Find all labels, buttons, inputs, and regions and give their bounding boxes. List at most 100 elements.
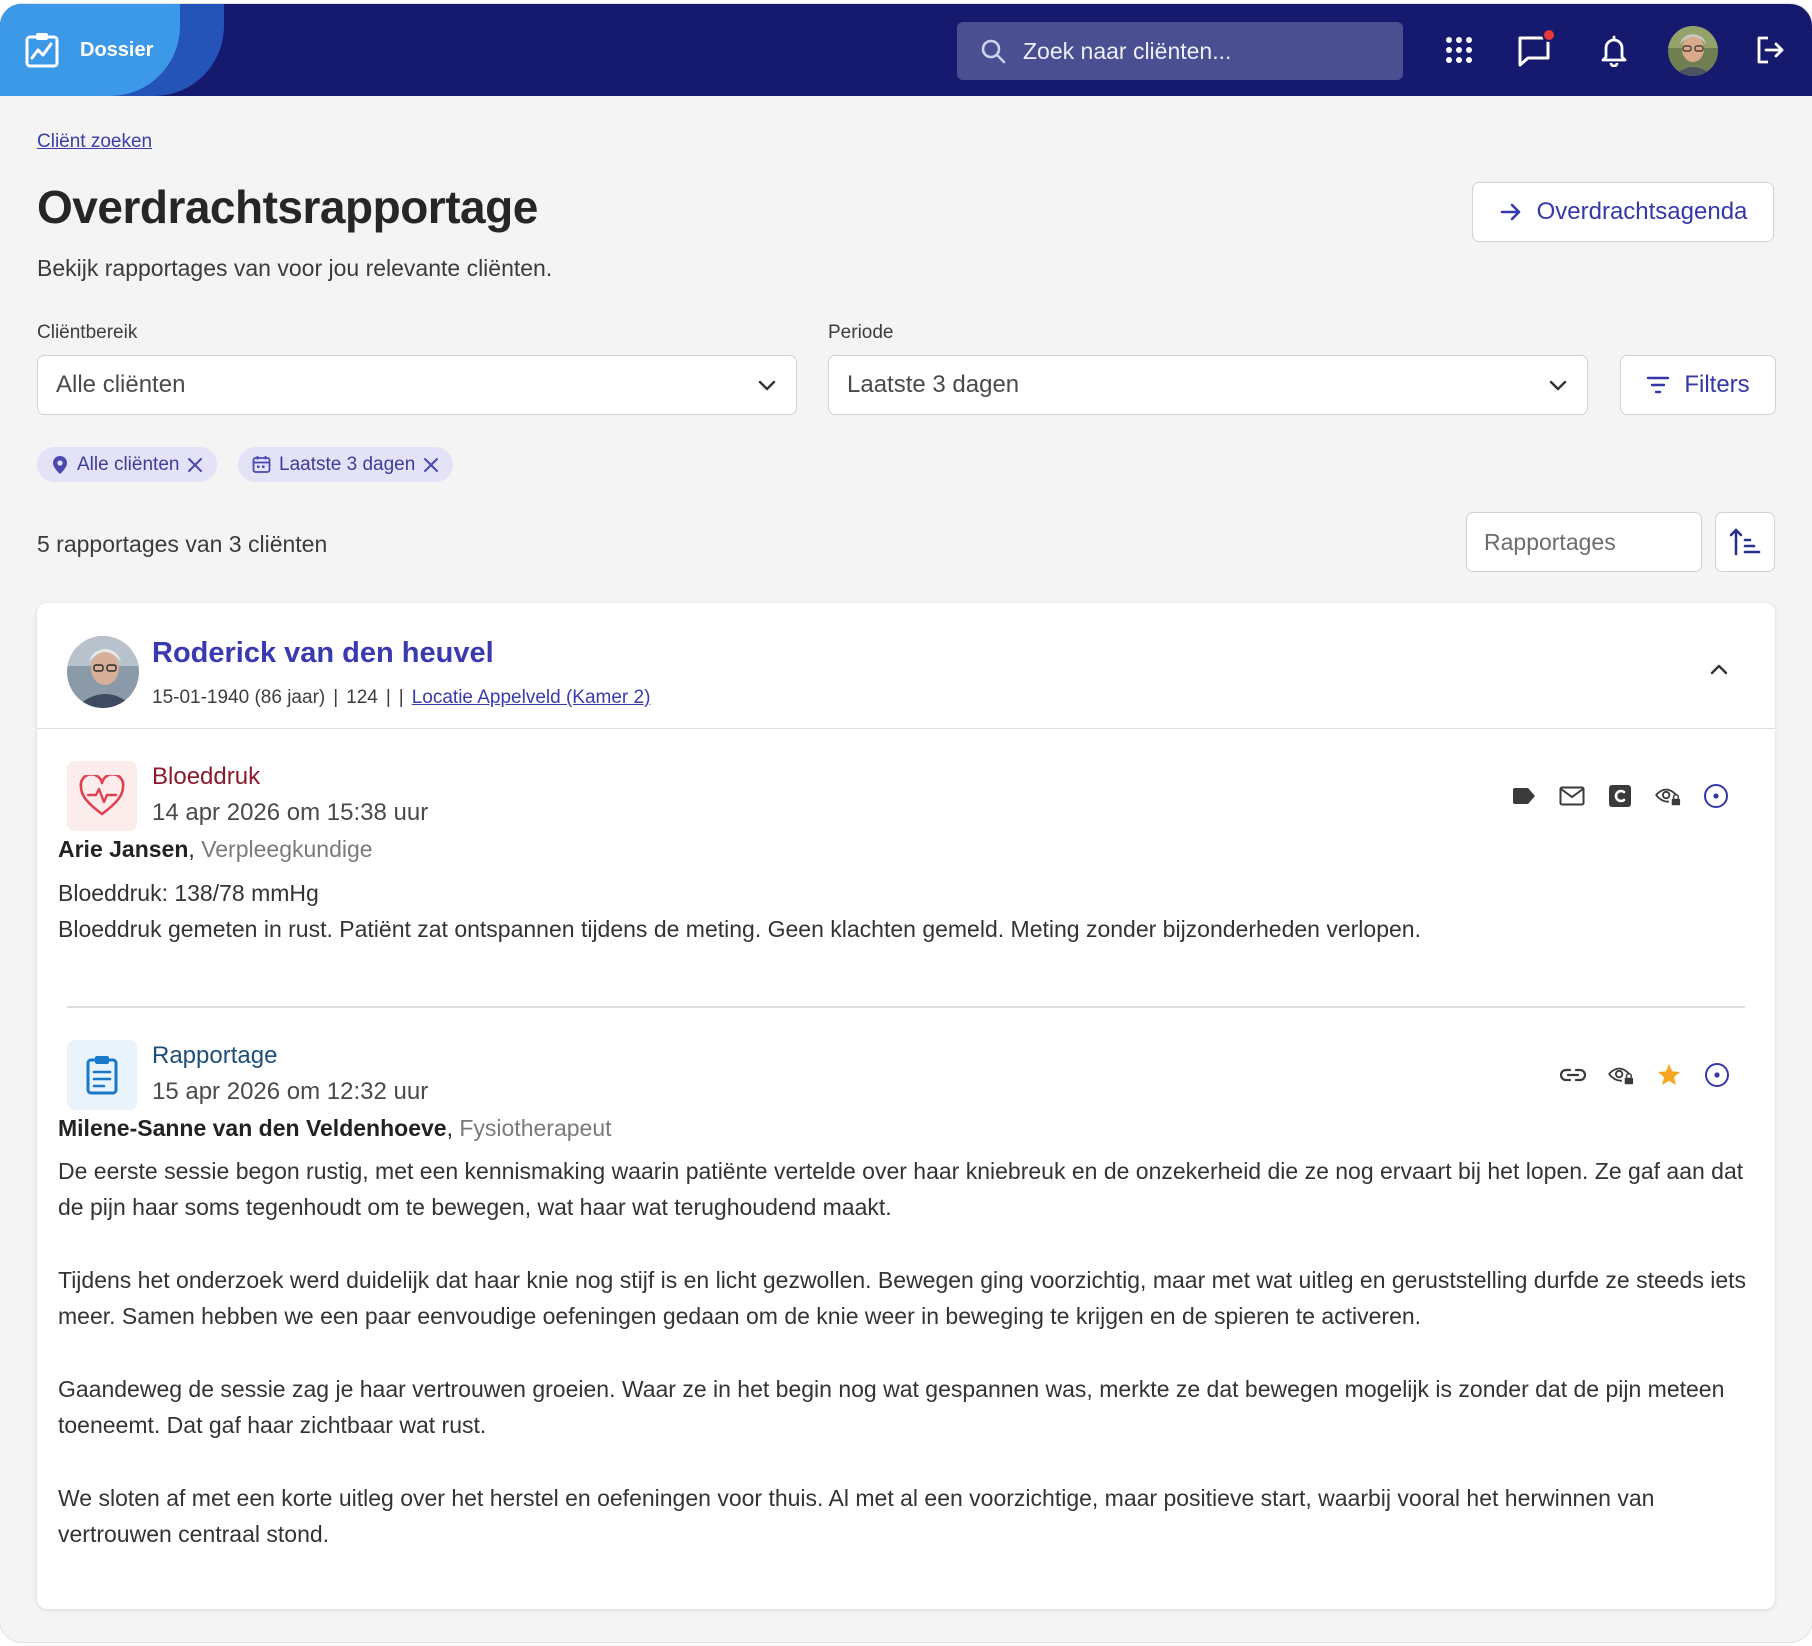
- overdrachtsagenda-label: Overdrachtsagenda: [1536, 198, 1748, 225]
- top-bar: Dossier Zoek naar cliënten...: [0, 4, 1812, 96]
- report-date: 14 apr 2026 om 15:38 uur: [152, 799, 429, 826]
- report-value: Bloeddruk: 138/78 mmHg: [58, 880, 319, 906]
- apps-grid-button[interactable]: [1437, 28, 1481, 72]
- more-options-button[interactable]: [1703, 783, 1729, 809]
- search-placeholder: Zoek naar cliënten...: [1023, 37, 1232, 64]
- author-name: Arie Jansen: [58, 836, 189, 862]
- close-icon[interactable]: [187, 457, 203, 473]
- author-role: Verpleegkundige: [201, 836, 373, 862]
- client-card: Roderick van den heuvel 15-01-1940 (86 j…: [37, 603, 1775, 1609]
- sort-value: Rapportages: [1484, 528, 1616, 555]
- meta-separator: |: [385, 687, 391, 708]
- report-author: Arie Jansen, Verpleegkundige: [58, 836, 373, 862]
- mail-button[interactable]: [1559, 783, 1585, 809]
- report-author: Milene-Sanne van den Veldenhoeve, Fysiot…: [58, 1115, 612, 1141]
- star-icon: [1658, 1064, 1680, 1085]
- report-actions: [1560, 1062, 1730, 1088]
- bell-icon: [1601, 35, 1627, 67]
- author-name: Milene-Sanne van den Veldenhoeve: [58, 1115, 447, 1141]
- period-select[interactable]: Laatste 3 dagen: [828, 355, 1588, 415]
- sort-ascending-icon: [1729, 528, 1761, 556]
- results-count: 5 rapportages van 3 cliënten: [37, 531, 328, 557]
- visibility-button[interactable]: [1655, 783, 1681, 809]
- period-value: Laatste 3 dagen: [847, 371, 1020, 398]
- overdrachtsagenda-button[interactable]: Overdrachtsagenda: [1472, 182, 1774, 242]
- clientrange-value: Alle cliënten: [56, 371, 186, 398]
- location-pin-icon: [53, 455, 67, 474]
- report-paragraph: We sloten af met een korte uitleg over h…: [58, 1485, 1655, 1547]
- logout-icon: [1757, 36, 1784, 64]
- breadcrumb-client-search[interactable]: Cliënt zoeken: [37, 131, 152, 153]
- visibility-lock-icon: [1608, 1067, 1634, 1085]
- mail-icon: [1559, 786, 1585, 806]
- report-paragraph: Tijdens het onderzoek werd duidelijk dat…: [58, 1267, 1747, 1329]
- report-type-badge: [67, 1040, 137, 1110]
- close-icon[interactable]: [423, 457, 439, 473]
- client-name-link[interactable]: Roderick van den heuvel: [152, 637, 494, 670]
- chip-label: Alle cliënten: [77, 453, 180, 475]
- client-search-input[interactable]: Zoek naar cliënten...: [957, 22, 1403, 80]
- report-type-badge: [67, 761, 137, 831]
- report-paragraph: De eerste sessie begon rustig, met een k…: [58, 1158, 1744, 1220]
- heart-pulse-icon: [79, 775, 125, 816]
- client-meta: 15-01-1940 (86 jaar) | 124 | | Locatie A…: [152, 687, 650, 709]
- meta-separator: |: [398, 687, 404, 708]
- logout-button[interactable]: [1748, 28, 1792, 72]
- client-avatar: [67, 636, 139, 708]
- chevron-up-icon: [1710, 664, 1728, 675]
- tag-button[interactable]: [1511, 783, 1537, 809]
- report-actions: [1511, 783, 1729, 809]
- page-subtitle: Bekijk rapportages van voor jou relevant…: [37, 255, 553, 281]
- link-button[interactable]: [1560, 1062, 1586, 1088]
- notifications-button[interactable]: [1592, 28, 1636, 72]
- calendar-icon: [252, 456, 271, 473]
- report-divider: [67, 1006, 1745, 1008]
- report-type: Bloeddruk: [152, 763, 261, 790]
- page-title: Overdrachtsrapportage: [37, 181, 538, 233]
- client-number: 124: [346, 687, 378, 708]
- author-role: Fysiotherapeut: [459, 1115, 612, 1141]
- app-window: Dossier Zoek naar cliënten... Cliënt zoe…: [0, 4, 1812, 1642]
- user-avatar[interactable]: [1668, 26, 1718, 76]
- chevron-down-icon: [758, 380, 776, 391]
- visibility-lock-icon: [1655, 788, 1681, 806]
- report-paragraph: Gaandeweg de sessie zag je haar vertrouw…: [58, 1376, 1725, 1438]
- visibility-button[interactable]: [1608, 1062, 1634, 1088]
- clientrange-select[interactable]: Alle cliënten: [37, 355, 797, 415]
- client-dob: 15-01-1940 (86 jaar): [152, 687, 326, 708]
- favorite-button[interactable]: [1656, 1062, 1682, 1088]
- user-avatar-image: [1668, 26, 1718, 76]
- brand-name: Dossier: [80, 38, 154, 61]
- sort-select[interactable]: Rapportages: [1466, 512, 1702, 572]
- apps-grid-icon: [1446, 37, 1472, 63]
- client-header[interactable]: Roderick van den heuvel 15-01-1940 (86 j…: [37, 603, 1775, 729]
- link-icon: [1560, 1068, 1586, 1082]
- client-photo: [67, 636, 139, 708]
- client-location-link[interactable]: Locatie Appelveld (Kamer 2): [412, 687, 651, 709]
- clientrange-label: Cliëntbereik: [37, 322, 138, 343]
- chevron-down-icon: [1549, 380, 1567, 391]
- period-label: Periode: [828, 322, 894, 343]
- report-body: Bloeddruk gemeten in rust. Patiënt zat o…: [58, 916, 1421, 942]
- collapse-button[interactable]: [1702, 653, 1736, 687]
- messages-button[interactable]: [1514, 28, 1558, 72]
- dossier-logo-icon: [25, 33, 59, 68]
- filters-button[interactable]: Filters: [1620, 355, 1776, 415]
- meta-separator: |: [333, 687, 339, 708]
- filter-chip-clients: Alle cliënten: [37, 447, 218, 482]
- more-options-button[interactable]: [1704, 1062, 1730, 1088]
- report-type: Rapportage: [152, 1042, 278, 1069]
- tag-icon: [1513, 788, 1535, 804]
- notification-dot: [1542, 28, 1556, 42]
- search-icon: [981, 39, 1006, 64]
- c-badge-icon: [1609, 785, 1631, 807]
- arrow-right-icon: [1500, 203, 1520, 221]
- sort-order-button[interactable]: [1715, 512, 1775, 572]
- chat-icon: [1518, 28, 1556, 67]
- c-badge-button[interactable]: [1607, 783, 1633, 809]
- report-date: 15 apr 2026 om 12:32 uur: [152, 1078, 429, 1105]
- chip-label: Laatste 3 dagen: [279, 453, 416, 475]
- more-circle-icon: [1705, 1063, 1729, 1087]
- more-circle-icon: [1704, 784, 1728, 808]
- clipboard-icon: [86, 1056, 118, 1095]
